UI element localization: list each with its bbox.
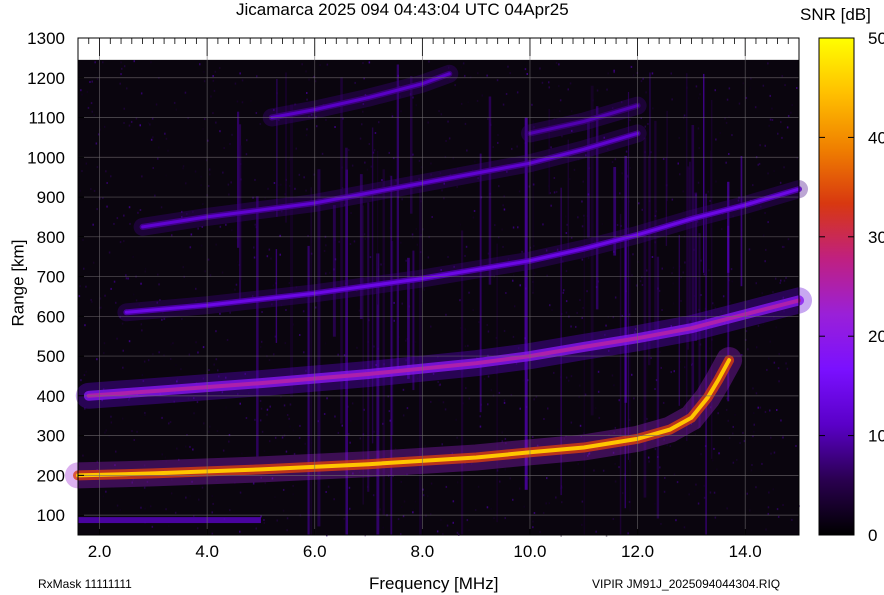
colorbar bbox=[818, 37, 855, 536]
colorbar-tick-label-20: 20 bbox=[868, 327, 884, 346]
x-tick-label-12.0: 12.0 bbox=[621, 542, 654, 561]
x-tick-label-4.0: 4.0 bbox=[195, 542, 219, 561]
x-tick-label-10.0: 10.0 bbox=[513, 542, 546, 561]
colorbar-tick-label-50: 50 bbox=[868, 29, 884, 48]
y-tick-label-1100: 1100 bbox=[28, 109, 65, 128]
y-tick-label-300: 300 bbox=[37, 427, 65, 446]
y-tick-label-500: 500 bbox=[37, 347, 65, 366]
y-tick-label-700: 700 bbox=[37, 268, 65, 287]
y-tick-label-200: 200 bbox=[37, 466, 65, 485]
x-tick-label-14.0: 14.0 bbox=[729, 542, 762, 561]
colorbar-tick-label-30: 30 bbox=[868, 228, 884, 247]
x-tick-label-2.0: 2.0 bbox=[88, 542, 112, 561]
y-tick-label-1300: 1300 bbox=[27, 29, 65, 48]
y-tick-label-100: 100 bbox=[37, 506, 65, 525]
x-tick-label-8.0: 8.0 bbox=[411, 542, 435, 561]
y-tick-label-400: 400 bbox=[37, 387, 65, 406]
y-tick-label-900: 900 bbox=[37, 188, 65, 207]
y-tick-label-1000: 1000 bbox=[27, 148, 65, 167]
y-tick-label-600: 600 bbox=[37, 307, 65, 326]
colorbar-tick-label-0: 0 bbox=[868, 526, 877, 545]
colorbar-tick-label-10: 10 bbox=[868, 427, 884, 446]
x-tick-label-6.0: 6.0 bbox=[303, 542, 327, 561]
y-tick-label-1200: 1200 bbox=[27, 69, 65, 88]
y-tick-label-800: 800 bbox=[37, 228, 65, 247]
noise-band bbox=[78, 517, 261, 524]
ionogram-chart: 2.0 4.0 6.0 8.0 10.0 12.0 14.01002003004005006… bbox=[27, 29, 884, 561]
colorbar-tick-label-40: 40 bbox=[868, 128, 884, 147]
